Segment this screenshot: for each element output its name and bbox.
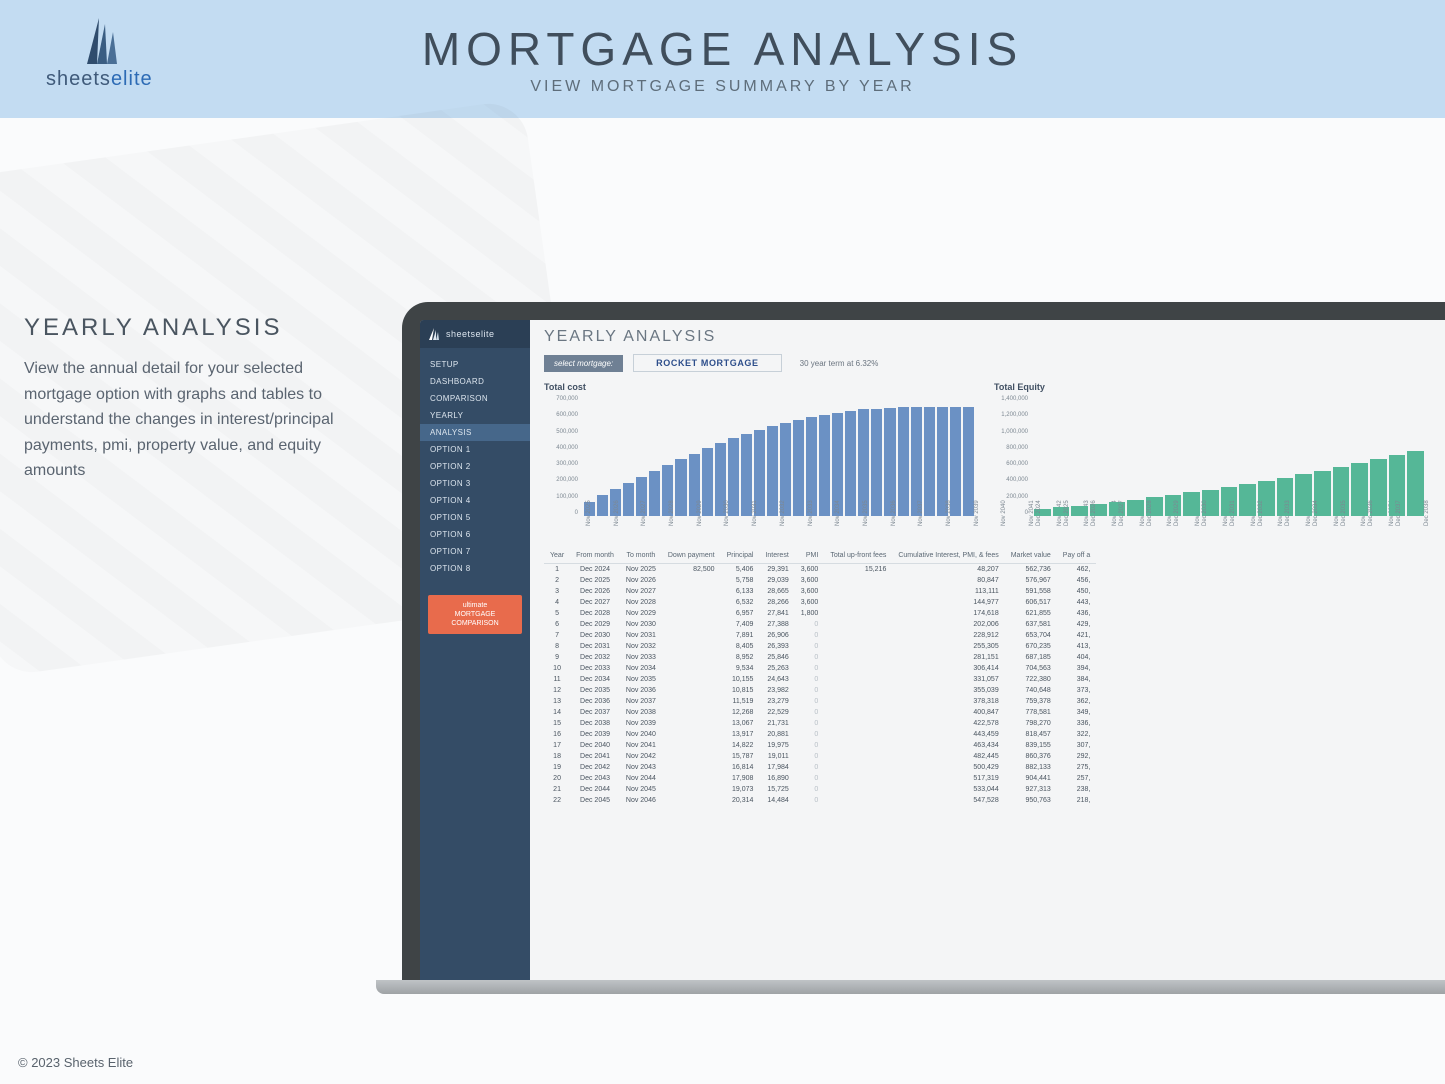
logo-icon (67, 18, 131, 64)
col-pmi: PMI (795, 548, 825, 564)
marketing-copy: YEARLY ANALYSIS View the annual detail f… (24, 314, 364, 484)
sheet-main: YEARLY ANALYSIS select mortgage: ROCKET … (530, 320, 1445, 982)
laptop-bezel: sheetselite SETUPDASHBOARDCOMPARISONYEAR… (402, 302, 1445, 982)
sidebar-item-analysis[interactable]: ANALYSIS (420, 424, 530, 441)
sidebar-nav: SETUPDASHBOARDCOMPARISONYEARLYANALYSISOP… (420, 348, 530, 577)
body: YEARLY ANALYSIS View the annual detail f… (0, 118, 1445, 1084)
table-row: 4Dec 2027Nov 20286,53228,2663,600144,977… (544, 597, 1096, 608)
charts-row: Total cost 700,000600,000500,000400,0003… (544, 382, 1445, 542)
sidebar-item-option-6[interactable]: OPTION 6 (420, 526, 530, 543)
table-row: 12Dec 2035Nov 203610,81523,9820355,03974… (544, 685, 1096, 696)
cost-y-axis: 700,000600,000500,000400,000300,000200,0… (544, 396, 578, 516)
sidebar-brand: sheetselite (420, 320, 530, 348)
table-row: 20Dec 2043Nov 204417,90816,8900517,31990… (544, 773, 1096, 784)
mortgage-selector-row: select mortgage: ROCKET MORTGAGE 30 year… (544, 354, 1445, 372)
table-row: 17Dec 2040Nov 204114,82219,9750463,43483… (544, 740, 1096, 751)
sidebar-item-option-8[interactable]: OPTION 8 (420, 560, 530, 577)
copy-heading: YEARLY ANALYSIS (24, 314, 364, 342)
copy-body: View the annual detail for your selected… (24, 356, 364, 484)
table-row: 5Dec 2028Nov 20296,95727,8411,800174,618… (544, 608, 1096, 619)
equity-plot (1034, 396, 1424, 516)
page-title: MORTGAGE ANALYSIS (0, 22, 1445, 76)
col-principal: Principal (721, 548, 760, 564)
page-subtitle: VIEW MORTGAGE SUMMARY BY YEAR (0, 78, 1445, 96)
col-market-value: Market value (1005, 548, 1057, 564)
sidebar-item-option-7[interactable]: OPTION 7 (420, 543, 530, 560)
table-row: 14Dec 2037Nov 203812,26822,5290400,84777… (544, 707, 1096, 718)
col-pay-off-a: Pay off a (1057, 548, 1097, 564)
table-row: 19Dec 2042Nov 204316,81417,9840500,42988… (544, 762, 1096, 773)
sidebar-item-dashboard[interactable]: DASHBOARD (420, 373, 530, 390)
chart-title-equity: Total Equity (994, 382, 1424, 392)
laptop-mockup: sheetselite SETUPDASHBOARDCOMPARISONYEAR… (376, 302, 1445, 1022)
laptop-screen: sheetselite SETUPDASHBOARDCOMPARISONYEAR… (420, 320, 1445, 982)
brand-text-b: elite (111, 68, 153, 90)
table-row: 16Dec 2039Nov 204013,91720,8810443,45981… (544, 729, 1096, 740)
footer-copyright: © 2023 Sheets Elite (18, 1055, 133, 1070)
table-row: 8Dec 2031Nov 20328,40526,3930255,305670,… (544, 641, 1096, 652)
total-equity-chart: Total Equity 1,400,0001,200,0001,000,000… (994, 382, 1424, 542)
col-year: Year (544, 548, 570, 564)
table-header-row: YearFrom monthTo monthDown paymentPrinci… (544, 548, 1096, 564)
cta-line3: COMPARISON (432, 619, 518, 628)
cost-x-axis: Nov 2025Nov 2026Nov 2027Nov 2028Nov 2029… (584, 516, 974, 542)
table-row: 11Dec 2034Nov 203510,15524,6430331,05772… (544, 674, 1096, 685)
col-from-month: From month (570, 548, 620, 564)
cta-line2: MORTGAGE (432, 610, 518, 619)
table-row: 10Dec 2033Nov 20349,53425,2630306,414704… (544, 663, 1096, 674)
term-text: 30 year term at 6.32% (800, 359, 879, 368)
col-total-up-front-fees: Total up-front fees (824, 548, 892, 564)
sidebar-cta[interactable]: ultimate MORTGAGE COMPARISON (428, 595, 522, 634)
sidebar-item-comparison[interactable]: COMPARISON (420, 390, 530, 407)
laptop-base (376, 980, 1445, 994)
sidebar-item-option-4[interactable]: OPTION 4 (420, 492, 530, 509)
sheet-sidebar: sheetselite SETUPDASHBOARDCOMPARISONYEAR… (420, 320, 530, 982)
analysis-table: YearFrom monthTo monthDown paymentPrinci… (544, 548, 1096, 806)
total-cost-chart: Total cost 700,000600,000500,000400,0003… (544, 382, 974, 542)
table-row: 6Dec 2029Nov 20307,40927,3880202,006637,… (544, 619, 1096, 630)
table-row: 21Dec 2044Nov 204519,07315,7250533,04492… (544, 784, 1096, 795)
sidebar-brand-text: sheetselite (446, 329, 495, 339)
table-row: 9Dec 2032Nov 20338,95225,8460281,151687,… (544, 652, 1096, 663)
banner: sheetselite MORTGAGE ANALYSIS VIEW MORTG… (0, 0, 1445, 118)
col-to-month: To month (620, 548, 662, 564)
table-row: 22Dec 2045Nov 204620,31414,4840547,52895… (544, 795, 1096, 806)
table-row: 7Dec 2030Nov 20317,89126,9060228,912653,… (544, 630, 1096, 641)
sidebar-item-option-5[interactable]: OPTION 5 (420, 509, 530, 526)
banner-titlebox: MORTGAGE ANALYSIS VIEW MORTGAGE SUMMARY … (0, 22, 1445, 96)
table-row: 2Dec 2025Nov 20265,75829,0393,60080,8475… (544, 575, 1096, 586)
col-down-payment: Down payment (662, 548, 721, 564)
brand-logo: sheetselite (46, 18, 153, 91)
table-row: 15Dec 2038Nov 203913,06721,7310422,57879… (544, 718, 1096, 729)
table-row: 18Dec 2041Nov 204215,78719,0110482,44586… (544, 751, 1096, 762)
sidebar-item-setup[interactable]: SETUP (420, 356, 530, 373)
cost-plot (584, 396, 974, 516)
sheet-title: YEARLY ANALYSIS (544, 328, 1445, 346)
brand-text: sheetselite (46, 68, 153, 91)
equity-x-axis: Dec 2024Dec 2025Dec 2026Dec 2027Dec 2028… (1034, 516, 1424, 542)
sidebar-item-option-1[interactable]: OPTION 1 (420, 441, 530, 458)
sidebar-logo-icon (426, 328, 442, 340)
sidebar-item-option-2[interactable]: OPTION 2 (420, 458, 530, 475)
col-interest: Interest (759, 548, 794, 564)
select-value[interactable]: ROCKET MORTGAGE (633, 354, 782, 372)
sidebar-item-yearly[interactable]: YEARLY (420, 407, 530, 424)
table-row: 3Dec 2026Nov 20276,13328,6653,600113,111… (544, 586, 1096, 597)
brand-text-a: sheets (46, 68, 111, 90)
table-body: 1Dec 2024Nov 202582,5005,40629,3913,6001… (544, 564, 1096, 807)
chart-title-cost: Total cost (544, 382, 974, 392)
table-row: 13Dec 2036Nov 203711,51923,2790378,31875… (544, 696, 1096, 707)
sidebar-item-option-3[interactable]: OPTION 3 (420, 475, 530, 492)
table-row: 1Dec 2024Nov 202582,5005,40629,3913,6001… (544, 564, 1096, 576)
cta-line1: ultimate (432, 601, 518, 610)
equity-y-axis: 1,400,0001,200,0001,000,000800,000600,00… (994, 396, 1028, 516)
col-cumulative-interest-pmi-fees: Cumulative Interest, PMI, & fees (892, 548, 1004, 564)
select-label: select mortgage: (544, 355, 623, 372)
